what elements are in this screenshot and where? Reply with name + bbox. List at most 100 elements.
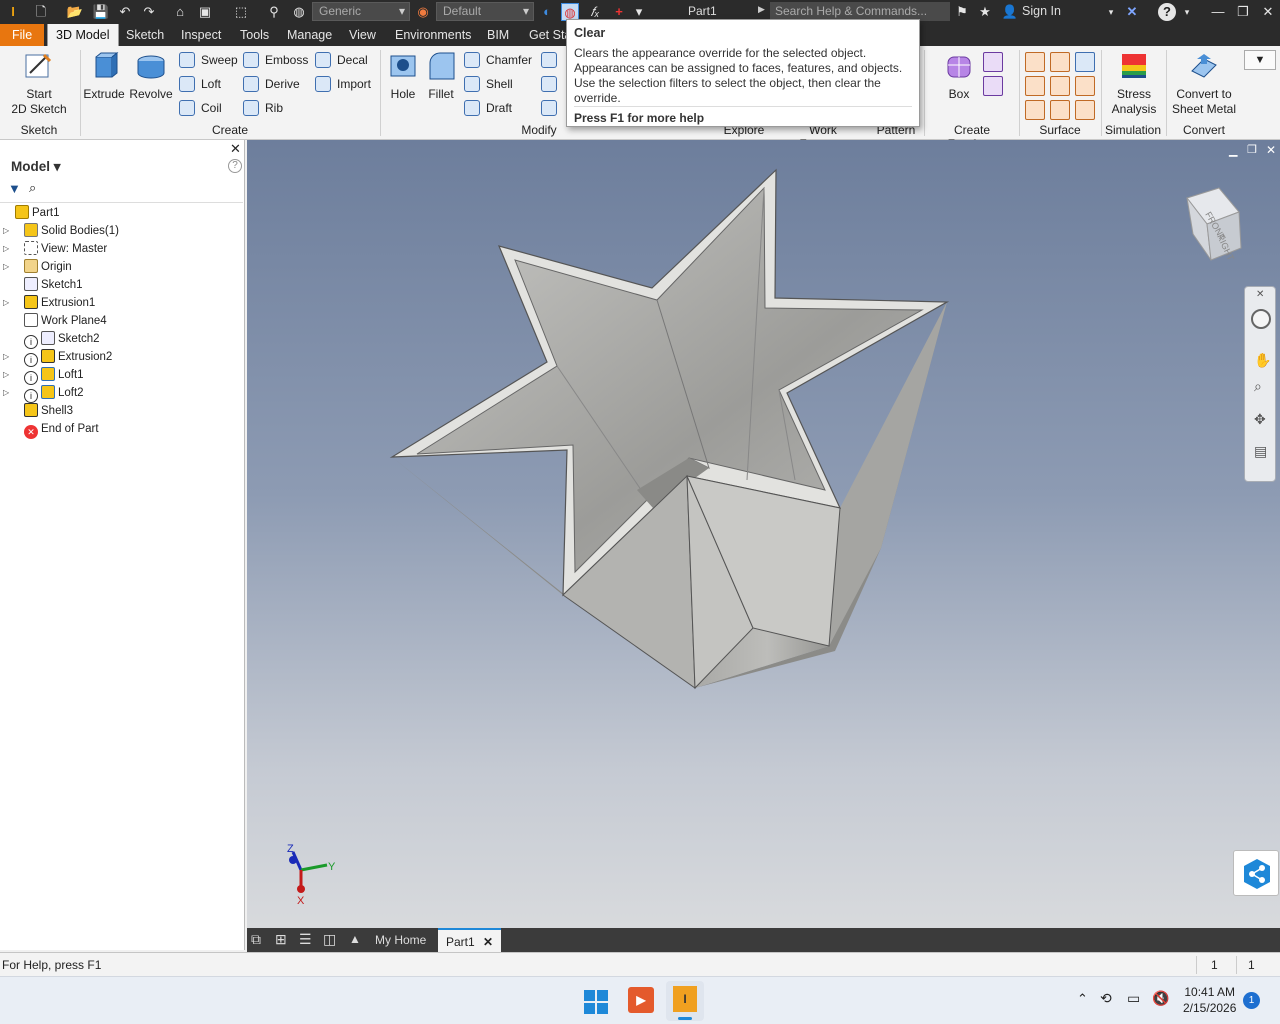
thicken-offset-icon[interactable]: [1025, 52, 1045, 72]
appearance-dropdown[interactable]: Default: [436, 2, 534, 21]
sculpt-icon[interactable]: [1025, 100, 1045, 120]
material-dropdown[interactable]: Generic: [312, 2, 410, 21]
extrude-button[interactable]: Extrude: [82, 51, 126, 102]
star-shell-model[interactable]: [247, 140, 1280, 928]
orbit-icon[interactable]: ✥: [1254, 411, 1266, 428]
user-icon[interactable]: 👤: [1001, 3, 1019, 21]
keyword-search-icon[interactable]: ⚑: [953, 3, 971, 21]
patch-icon[interactable]: [1025, 76, 1045, 96]
tabs-menu-icon[interactable]: ▲: [349, 932, 361, 946]
viewcube[interactable]: FRONT RIGHT: [1179, 184, 1249, 264]
redo-icon[interactable]: ↷: [140, 3, 158, 21]
expand-icon[interactable]: ▷: [3, 258, 9, 276]
volume-muted-icon[interactable]: 🔇: [1152, 990, 1169, 1007]
tab-sketch[interactable]: Sketch: [118, 24, 172, 46]
tree-item-solid-bodies[interactable]: ▷ Solid Bodies(1): [3, 222, 119, 240]
draft-button[interactable]: Draft: [464, 98, 512, 118]
tree-item-extrusion2[interactable]: ▷ i Extrusion2: [3, 348, 112, 367]
tab-inspect[interactable]: Inspect: [173, 24, 229, 46]
tree-item-view-master[interactable]: ▷ View: Master: [3, 240, 107, 258]
stitch-icon[interactable]: [1050, 52, 1070, 72]
tab-tools[interactable]: Tools: [232, 24, 277, 46]
rib-button[interactable]: Rib: [243, 98, 283, 118]
tile-windows-icon[interactable]: ⊞: [275, 931, 287, 948]
autodesk-app-store-icon[interactable]: ✕: [1123, 3, 1141, 21]
ribbon-options-dropdown[interactable]: ▼: [1244, 50, 1276, 70]
adjust-appearance-icon[interactable]: ◐: [538, 3, 556, 21]
tree-item-end-of-part[interactable]: ✕ End of Part: [24, 420, 99, 439]
emboss-button[interactable]: Emboss: [243, 50, 308, 70]
tree-item-sketch2[interactable]: i Sketch2: [24, 330, 100, 349]
vertical-split-icon[interactable]: ◫: [323, 931, 336, 948]
image-icon[interactable]: ▣: [196, 3, 214, 21]
combine-button[interactable]: [541, 74, 557, 94]
save-icon[interactable]: 💾: [92, 3, 110, 21]
open-icon[interactable]: 📂: [66, 3, 84, 21]
expand-icon[interactable]: ▷: [3, 240, 9, 258]
tree-item-extrusion1[interactable]: ▷ Extrusion1: [3, 294, 95, 312]
revolve-button[interactable]: Revolve: [128, 51, 174, 102]
tab-3d-model[interactable]: 3D Model: [47, 24, 119, 46]
clock[interactable]: 10:41 AM 2/15/2026: [1183, 985, 1236, 1015]
expand-icon[interactable]: ▷: [3, 294, 9, 312]
tab-environments[interactable]: Environments: [387, 24, 479, 46]
thicken-button[interactable]: [541, 98, 557, 118]
find-binoculars-icon[interactable]: ⌕: [29, 180, 36, 196]
expand-icon[interactable]: ▷: [3, 366, 9, 384]
display-icon[interactable]: ▭: [1127, 990, 1140, 1007]
tab-bim[interactable]: BIM: [479, 24, 517, 46]
tab-view[interactable]: View: [341, 24, 384, 46]
filter-icon[interactable]: ▼: [8, 181, 21, 196]
graphics-viewport[interactable]: ▁ ❐ ✕ FRONT RIGHT ✕ ✋ ⌕ ✥ ▤ Z Y X: [247, 140, 1280, 928]
sign-in-link[interactable]: Sign In: [1022, 4, 1061, 18]
freeform-box-button[interactable]: Box: [938, 51, 980, 102]
extend-icon[interactable]: [1075, 76, 1095, 96]
help-icon[interactable]: ?: [1158, 3, 1176, 21]
browser-help-icon[interactable]: ?: [228, 159, 242, 173]
select-icon[interactable]: ⬚: [232, 3, 250, 21]
sweep-button[interactable]: Sweep: [179, 50, 238, 70]
pan-icon[interactable]: ✋: [1254, 352, 1271, 369]
shell-button[interactable]: Shell: [464, 74, 513, 94]
thread-button[interactable]: [541, 50, 557, 70]
trim-icon[interactable]: [1050, 76, 1070, 96]
horizontal-split-icon[interactable]: ☰: [299, 931, 312, 948]
decal-button[interactable]: Decal: [315, 50, 368, 70]
replace-face-icon[interactable]: [1050, 100, 1070, 120]
fillet-button[interactable]: Fillet: [422, 51, 460, 102]
tab-my-home[interactable]: My Home: [367, 928, 434, 952]
expand-icon[interactable]: ▷: [3, 348, 9, 366]
home-icon[interactable]: ⌂: [171, 3, 189, 21]
freeform-convert-icon[interactable]: [983, 76, 1003, 96]
app-icon[interactable]: ▶: [628, 987, 654, 1013]
sign-in-dropdown-icon[interactable]: ▾: [1102, 3, 1120, 21]
measure-icon[interactable]: ⚲: [265, 3, 283, 21]
browser-title[interactable]: Model ▾: [11, 159, 61, 175]
close-window-icon[interactable]: ✕: [1259, 3, 1277, 21]
expand-icon[interactable]: ▷: [3, 384, 9, 402]
cascade-windows-icon[interactable]: ⧉: [251, 931, 261, 948]
notification-badge[interactable]: 1: [1243, 992, 1260, 1009]
restore-window-icon[interactable]: ❐: [1234, 3, 1252, 21]
stress-analysis-button[interactable]: Stress Analysis: [1104, 51, 1164, 117]
tree-item-part1[interactable]: Part1: [15, 204, 60, 222]
tree-item-sketch1[interactable]: Sketch1: [24, 276, 83, 294]
hole-button[interactable]: Hole: [384, 51, 422, 102]
globe-icon[interactable]: ◍: [290, 3, 308, 21]
tab-part1[interactable]: Part1 ✕: [438, 928, 502, 952]
zoom-icon[interactable]: ⌕: [1254, 378, 1262, 395]
tab-manage[interactable]: Manage: [279, 24, 340, 46]
steering-wheel-icon[interactable]: [1251, 309, 1271, 329]
look-at-icon[interactable]: ▤: [1254, 443, 1267, 460]
network-icon[interactable]: ⟲: [1100, 990, 1112, 1007]
coil-button[interactable]: Coil: [179, 98, 222, 118]
expand-icon[interactable]: ▷: [3, 222, 9, 240]
import-button[interactable]: Import: [315, 74, 371, 94]
show-hidden-icons[interactable]: ⌃: [1077, 991, 1088, 1007]
tab-file[interactable]: File: [0, 24, 45, 46]
tree-item-loft1[interactable]: ▷ i Loft1: [3, 366, 84, 385]
new-file-icon[interactable]: 🗋: [32, 3, 50, 21]
tree-item-loft2[interactable]: ▷ i Loft2: [3, 384, 84, 403]
color-wheel-icon[interactable]: ◉: [414, 3, 432, 21]
loft-button[interactable]: Loft: [179, 74, 221, 94]
